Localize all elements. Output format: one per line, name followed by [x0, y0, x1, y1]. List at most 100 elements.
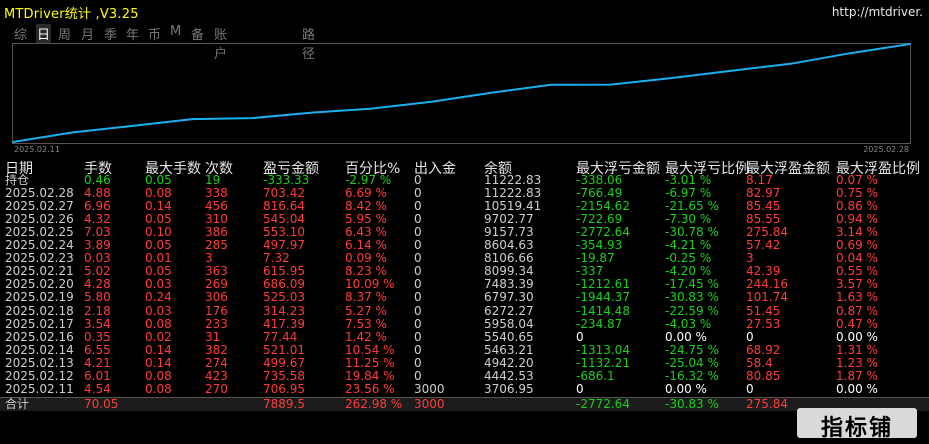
table-row: 2025.02.21 5.02 0.05 363 615.95 8.23 % 0 8099.3… — [0, 265, 929, 278]
cell-max-float-profit: 82.97 — [746, 186, 781, 201]
cell-max-float-profit-pct: 0.94 % — [836, 212, 878, 227]
cell-date: 2025.02.18 — [5, 303, 74, 318]
cell-max-float-loss-pct: 0.00 % — [665, 381, 707, 396]
cell-balance: 11222.83 — [484, 173, 542, 187]
header-count[interactable]: 次数 — [205, 158, 233, 177]
cell-balance: 5463.21 — [484, 342, 534, 357]
cell-max-float-loss-pct: -16.32 % — [665, 368, 719, 383]
tab-6[interactable]: 币 — [148, 24, 161, 43]
cell-max-float-loss-pct: -24.75 % — [665, 342, 719, 357]
tab-7[interactable]: M — [170, 24, 181, 39]
cell-max-lots: 0.05 — [145, 173, 172, 187]
header-lots[interactable]: 手数 — [84, 158, 112, 177]
cell-count: 274 — [205, 355, 228, 370]
cell-count: 306 — [205, 290, 228, 305]
cell-max-float-loss: -1414.48 — [576, 303, 630, 318]
cell-max-float-profit: 244.16 — [746, 277, 788, 292]
cell-max-float-profit: 0 — [746, 381, 754, 396]
cell-max-float-profit: 85.45 — [746, 199, 781, 214]
tab-8[interactable]: 备 — [191, 24, 204, 43]
total-max-float-loss-pct: -30.83 % — [665, 396, 719, 411]
cell-max-float-profit: 68.92 — [746, 342, 781, 357]
cell-max-lots: 0.08 — [145, 368, 172, 383]
tab-3[interactable]: 月 — [81, 24, 94, 43]
total-io: 3000 — [414, 396, 445, 411]
cell-balance: 8604.63 — [484, 238, 534, 253]
cell-lots: 6.96 — [84, 199, 111, 214]
app-url[interactable]: http://mtdriver. — [832, 5, 923, 19]
cell-max-float-profit-pct: 3.57 % — [836, 277, 878, 292]
table-row: 持仓 0.46 0.05 19 -333.33 -2.97 % 0 11222.83 -338.… — [0, 174, 929, 187]
header-max-float-loss[interactable]: 最大浮亏金额 — [576, 158, 660, 177]
cell-count: 176 — [205, 303, 228, 318]
header-io[interactable]: 出入金 — [414, 158, 456, 177]
tab-4[interactable]: 季 — [104, 24, 117, 43]
cell-max-float-loss-pct: -6.97 % — [665, 186, 712, 201]
cell-balance: 10519.41 — [484, 199, 542, 214]
cell-date: 2025.02.11 — [5, 381, 74, 396]
cell-count: 386 — [205, 225, 228, 240]
cell-max-float-loss-pct: -25.04 % — [665, 355, 719, 370]
cell-max-float-loss: -354.93 — [576, 238, 623, 253]
cell-pnl: 553.10 — [263, 225, 305, 240]
cell-max-float-loss: 0 — [576, 329, 584, 344]
total-pnl: 7889.5 — [263, 396, 305, 411]
cell-max-lots: 0.14 — [145, 355, 172, 370]
header-pnl[interactable]: 盈亏金额 — [263, 158, 319, 177]
balance-point — [789, 63, 792, 65]
balance-point — [670, 77, 672, 79]
header-max-float-profit-pct[interactable]: 最大浮盈比例 — [836, 158, 920, 177]
total-date: 合计 — [5, 396, 30, 411]
header-max-lots[interactable]: 最大手数 — [145, 158, 201, 177]
cell-max-lots: 0.01 — [145, 251, 172, 266]
balance-point — [610, 83, 612, 86]
cell-count: 285 — [205, 238, 228, 253]
tab-1[interactable]: 日 — [36, 24, 52, 43]
header-max-float-loss-pct[interactable]: 最大浮亏比例 — [665, 158, 749, 177]
table-row: 2025.02.25 7.03 0.10 386 553.10 6.43 % 0 9157.7… — [0, 226, 929, 239]
cell-max-float-loss: -766.49 — [576, 186, 623, 201]
cell-pnl: 77.44 — [263, 329, 298, 344]
header-pct[interactable]: 百分比% — [345, 158, 400, 177]
cell-date: 2025.02.14 — [5, 342, 74, 357]
header-max-float-profit[interactable]: 最大浮盈金额 — [746, 158, 830, 177]
cell-count: 423 — [205, 368, 228, 383]
balance-point — [550, 83, 552, 86]
cell-pct: 0.09 % — [345, 251, 387, 266]
cell-max-float-profit-pct: 1.31 % — [836, 342, 878, 357]
cell-balance: 3706.95 — [484, 381, 534, 396]
cell-pct: 6.43 % — [345, 225, 387, 240]
tab-2[interactable]: 周 — [58, 24, 71, 43]
cell-lots: 4.32 — [84, 212, 111, 227]
balance-point — [430, 100, 433, 103]
cell-max-float-profit: 0 — [746, 329, 754, 344]
chart-frame — [12, 43, 911, 144]
balance-point — [490, 91, 493, 94]
cell-max-float-profit-pct: 0.04 % — [836, 251, 878, 266]
cell-balance: 8099.34 — [484, 264, 534, 279]
cell-pct: 8.23 % — [345, 264, 387, 279]
cell-balance: 6272.27 — [484, 303, 534, 318]
header-date[interactable]: 日期 — [5, 158, 33, 177]
cell-max-float-profit-pct: 0.69 % — [836, 238, 878, 253]
cell-date: 2025.02.26 — [5, 212, 74, 227]
total-pct: 262.98 % — [345, 396, 403, 411]
cell-pct: 5.95 % — [345, 212, 387, 227]
balance-point — [729, 70, 732, 72]
tab-5[interactable]: 年 — [126, 24, 139, 43]
cell-date: 2025.02.23 — [5, 251, 74, 266]
cell-pnl: -333.33 — [263, 173, 310, 187]
cell-max-float-loss: 0 — [576, 381, 584, 396]
cell-max-float-profit: 57.42 — [746, 238, 781, 253]
table-row: 2025.02.24 3.89 0.05 285 497.97 6.14 % 0 8604.6… — [0, 239, 929, 252]
cell-max-float-profit-pct: 1.87 % — [836, 368, 878, 383]
header-balance[interactable]: 余额 — [484, 158, 512, 177]
cell-io: 0 — [414, 303, 422, 318]
x-start-label: 2025.02.11 — [14, 145, 60, 154]
cell-max-lots: 0.05 — [145, 264, 172, 279]
cell-date: 2025.02.27 — [5, 199, 74, 214]
cell-max-float-loss-pct: -22.59 % — [665, 303, 719, 318]
balance-point — [72, 131, 74, 134]
table-row: 2025.02.26 4.32 0.05 310 545.04 5.95 % 0 9702.7… — [0, 213, 929, 226]
tab-0[interactable]: 综 — [14, 24, 27, 43]
